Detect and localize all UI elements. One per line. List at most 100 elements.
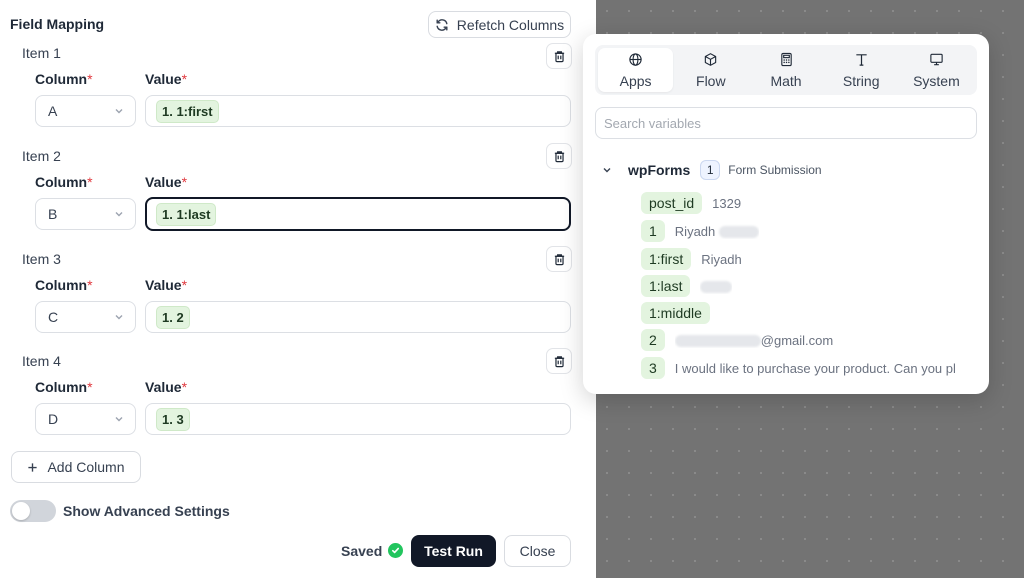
chevron-down-icon (115, 315, 123, 320)
item-title: Item 2 (22, 148, 61, 164)
chevron-down-icon (603, 168, 611, 173)
column-label: Column* (35, 277, 93, 293)
field-mapping-panel: Field Mapping Refetch Columns Item 1 Col… (0, 0, 596, 578)
value-input[interactable]: 1. 1:first (145, 95, 571, 127)
variable-value: Riyadh (675, 224, 759, 239)
variable-item[interactable]: 1 Riyadh (641, 220, 759, 242)
delete-item-button[interactable] (546, 143, 572, 169)
trash-icon (554, 253, 564, 265)
trash-icon (554, 50, 564, 62)
tab-math[interactable]: Math (748, 48, 823, 92)
column-label: Column* (35, 379, 93, 395)
redacted-text (718, 226, 759, 239)
variable-item[interactable]: 2 @gmail.com (641, 329, 833, 351)
tab-label: Math (770, 72, 802, 89)
mapping-item: Item 3 Column* Value* C 1. 2 (0, 246, 596, 354)
item-title: Item 3 (22, 251, 61, 267)
redacted-text (674, 335, 761, 348)
variable-key[interactable]: 1:last (641, 275, 691, 297)
variable-chip[interactable]: 1. 3 (156, 407, 190, 431)
variable-key[interactable]: 1 (641, 220, 665, 242)
mapping-item: Item 1 Column* Value* A 1. 1:first (0, 43, 596, 148)
column-select[interactable]: B (35, 198, 136, 230)
tab-label: String (842, 72, 880, 89)
tab-system[interactable]: System (899, 48, 974, 92)
variable-value: 1329 (712, 195, 742, 211)
cube-icon (705, 52, 717, 66)
globe-icon (629, 52, 642, 66)
delete-item-button[interactable] (546, 43, 572, 69)
column-select-value: D (48, 411, 59, 427)
variable-item[interactable]: 1:first Riyadh (641, 248, 742, 270)
toggle-knob (12, 502, 30, 520)
variable-picker-popover: Apps Flow Math String System wpForms (583, 34, 989, 394)
column-select-value: B (48, 206, 58, 222)
refetch-columns-button[interactable]: Refetch Columns (428, 11, 571, 38)
variable-key[interactable]: 3 (641, 357, 665, 379)
value-input[interactable]: 1. 3 (145, 403, 571, 435)
variable-key[interactable]: 1:first (641, 248, 692, 270)
search-variables-input[interactable] (595, 107, 977, 139)
group-name: wpForms (628, 162, 691, 178)
column-select[interactable]: D (35, 403, 136, 435)
value-label: Value* (145, 277, 188, 293)
tab-label: Flow (696, 72, 726, 89)
variable-item[interactable]: 1:middle (641, 302, 720, 324)
variable-chip[interactable]: 1. 2 (156, 305, 190, 329)
item-title: Item 4 (22, 353, 61, 369)
variable-value: Riyadh (701, 251, 742, 267)
variable-chip[interactable]: 1. 1:first (156, 99, 219, 123)
variable-key[interactable]: post_id (641, 192, 703, 214)
variable-chip[interactable]: 1. 1:last (156, 202, 217, 226)
value-label: Value* (145, 379, 188, 395)
advanced-settings-toggle[interactable] (10, 500, 56, 522)
column-select-value: C (48, 309, 59, 325)
add-column-button[interactable]: Add Column (11, 451, 141, 483)
tab-flow[interactable]: Flow (673, 48, 748, 92)
chevron-down-icon (115, 417, 123, 422)
column-label: Column* (35, 71, 93, 87)
column-select[interactable]: A (35, 95, 136, 127)
variable-item[interactable]: 1:last (641, 275, 733, 297)
calculator-icon (780, 52, 792, 66)
variable-key[interactable]: 2 (641, 329, 665, 351)
mapping-item: Item 4 Column* Value* D 1. 3 (0, 348, 596, 456)
variable-group-header[interactable]: wpForms 1 Form Submission (601, 160, 822, 180)
variable-item[interactable]: 3 I would like to purchase your product.… (641, 357, 956, 379)
section-title: Field Mapping (10, 16, 105, 32)
variable-item[interactable]: post_id 1329 (641, 192, 741, 214)
close-button[interactable]: Close (504, 535, 571, 567)
value-input[interactable]: 1. 1:last (145, 197, 571, 231)
group-description: Form Submission (728, 163, 822, 177)
item-title: Item 1 (22, 45, 61, 61)
advanced-settings-label: Show Advanced Settings (63, 503, 230, 519)
variable-value (700, 279, 733, 294)
variable-value: @gmail.com (674, 333, 833, 348)
delete-item-button[interactable] (546, 348, 572, 374)
variable-key[interactable]: 1:middle (641, 302, 710, 324)
delete-item-button[interactable] (546, 246, 572, 272)
column-label: Column* (35, 174, 93, 190)
text-icon (856, 53, 867, 66)
group-count-badge: 1 (700, 160, 721, 180)
chevron-down-icon (115, 212, 123, 217)
value-input[interactable]: 1. 2 (145, 301, 571, 333)
column-select-value: A (48, 103, 58, 119)
column-select[interactable]: C (35, 301, 136, 333)
tab-apps[interactable]: Apps (598, 48, 674, 92)
refresh-icon (436, 18, 448, 31)
test-run-button[interactable]: Test Run (411, 535, 496, 567)
chevron-down-icon (115, 109, 123, 114)
redacted-text (700, 281, 733, 294)
mapping-item: Item 2 Column* Value* B 1. 1:last (0, 143, 596, 251)
trash-icon (554, 355, 564, 367)
monitor-icon (930, 53, 943, 65)
tab-string[interactable]: String (824, 48, 899, 92)
value-label: Value* (145, 174, 188, 190)
variable-category-tabs: Apps Flow Math String System (595, 45, 977, 95)
variable-value: I would like to purchase your product. C… (674, 360, 956, 376)
add-column-label: Add Column (47, 459, 125, 475)
value-label: Value* (145, 71, 188, 87)
saved-status: Saved (341, 543, 383, 559)
tab-label: Apps (619, 72, 652, 89)
